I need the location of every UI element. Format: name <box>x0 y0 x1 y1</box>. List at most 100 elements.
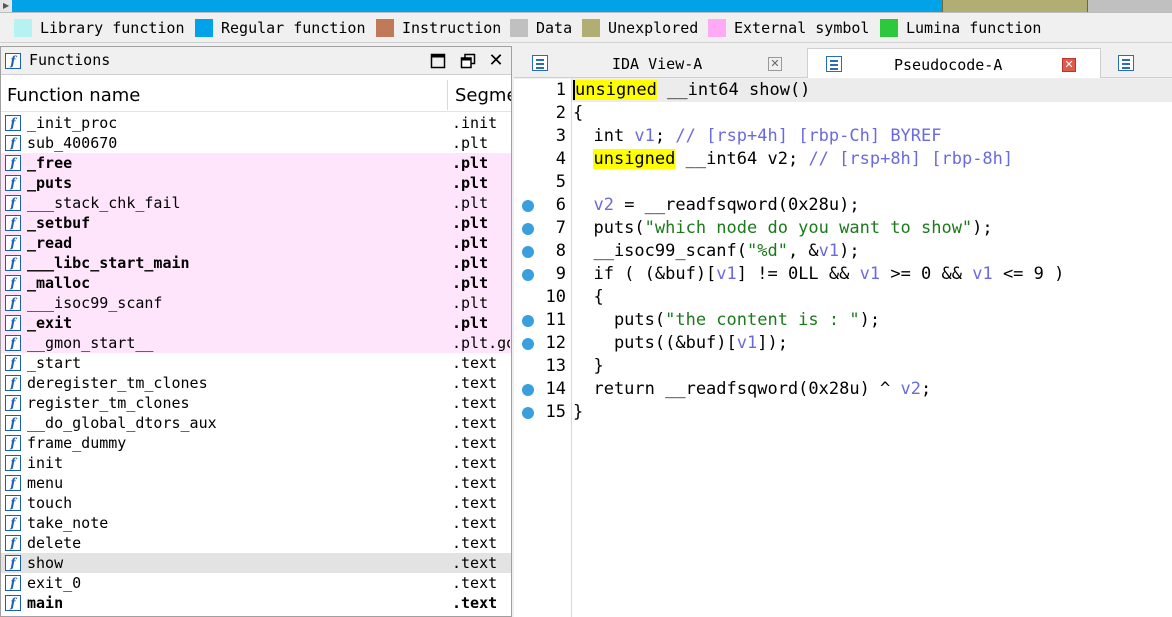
line-number: 5 <box>555 172 566 192</box>
column-header-function-name[interactable]: Function name <box>7 85 140 106</box>
close-icon[interactable]: ✕ <box>486 51 506 71</box>
code-token: "%d" <box>747 241 788 261</box>
breakpoint-dot-icon[interactable] <box>522 246 534 258</box>
code-token: __int64 v2; <box>675 149 809 169</box>
function-row[interactable]: f delete .text <box>1 533 511 553</box>
code-line[interactable]: 14 return __readfsqword(0x28u) ^ v2; <box>514 378 1172 401</box>
color-legend: Library function Regular function Instru… <box>0 13 1172 43</box>
legend-item-unexplored: Unexplored <box>582 19 698 37</box>
code-line[interactable]: 12 puts((&buf)[v1]); <box>514 332 1172 355</box>
function-row[interactable]: f main .text <box>1 593 511 613</box>
function-row[interactable]: f register_tm_clones .text <box>1 393 511 413</box>
function-row[interactable]: f frame_dummy .text <box>1 433 511 453</box>
function-row[interactable]: f _free .plt <box>1 153 511 173</box>
code-line[interactable]: 7 puts("which node do you want to show")… <box>514 217 1172 240</box>
function-row[interactable]: f __do_global_dtors_aux .text <box>1 413 511 433</box>
code-line[interactable]: 8 __isoc99_scanf("%d", &v1); <box>514 240 1172 263</box>
function-name: deregister_tm_clones <box>27 374 208 392</box>
function-icon: f <box>5 335 21 351</box>
function-icon: f <box>5 415 21 431</box>
function-row[interactable]: f touch .text <box>1 493 511 513</box>
code-token: // [rsp+4h] [rbp-Ch] BYREF <box>675 126 942 146</box>
function-icon: f <box>5 315 21 331</box>
code-text: __isoc99_scanf("%d", &v1); <box>573 240 859 263</box>
function-row[interactable]: f exit_0 .text <box>1 573 511 593</box>
function-row[interactable]: f sub_400670 .plt <box>1 133 511 153</box>
code-line[interactable]: 1 unsigned __int64 show() <box>514 79 1172 102</box>
code-token: v1 <box>859 264 881 284</box>
legend-item-regular: Regular function <box>195 19 366 37</box>
code-token: return __readfsqword(0x28u) ^ <box>573 379 901 399</box>
code-token: puts((&buf)[ <box>573 333 737 353</box>
function-row[interactable]: f init .text <box>1 453 511 473</box>
functions-panel-titlebar[interactable]: f Functions ✕ <box>1 47 511 75</box>
function-segment: .text <box>452 474 498 492</box>
breakpoint-dot-icon[interactable] <box>522 407 534 419</box>
function-row[interactable]: f ___stack_chk_fail .plt <box>1 193 511 213</box>
code-text: unsigned __int64 show() <box>573 79 810 102</box>
breakpoint-dot-icon[interactable] <box>522 269 534 281</box>
function-row[interactable]: f _puts .plt <box>1 173 511 193</box>
pseudocode-view[interactable]: 1 unsigned __int64 show() 2{3 int v1; // [… <box>514 79 1172 617</box>
function-name: __do_global_dtors_aux <box>27 414 217 432</box>
code-line[interactable]: 6 v2 = __readfsqword(0x28u); <box>514 194 1172 217</box>
code-text: unsigned __int64 v2; // [rsp+8h] [rbp-8h… <box>573 148 1013 171</box>
breakpoint-dot-icon[interactable] <box>522 223 534 235</box>
column-header-segment[interactable]: Segment <box>455 85 511 106</box>
function-row[interactable]: f _exit .plt <box>1 313 511 333</box>
code-token: "the content is : " <box>665 310 860 330</box>
code-text: puts((&buf)[v1]); <box>573 332 788 355</box>
breakpoint-dot-icon[interactable] <box>522 338 534 350</box>
function-segment: .text <box>452 354 498 372</box>
function-row[interactable]: f show .text <box>1 553 511 573</box>
tab-ida-view-a[interactable]: IDA View-A ✕ <box>514 48 806 78</box>
code-line[interactable]: 4 unsigned __int64 v2; // [rsp+8h] [rbp-… <box>514 148 1172 171</box>
function-segment: .plt <box>452 154 489 172</box>
code-token: v1 <box>736 333 758 353</box>
function-row[interactable]: f _read .plt <box>1 233 511 253</box>
function-icon: f <box>5 295 21 311</box>
code-line[interactable]: 9 if ( (&buf)[v1] != 0LL && v1 >= 0 && v… <box>514 263 1172 286</box>
code-line[interactable]: 2{ <box>514 102 1172 125</box>
function-row[interactable]: f deregister_tm_clones .text <box>1 373 511 393</box>
code-token: unsigned <box>593 149 676 169</box>
code-token: unsigned <box>573 80 657 100</box>
function-row[interactable]: f ___isoc99_scanf .plt <box>1 293 511 313</box>
tab-close-icon[interactable]: ✕ <box>768 57 782 71</box>
function-segment: .plt <box>452 134 489 152</box>
function-segment: .plt <box>452 194 489 212</box>
function-name: menu <box>27 474 64 492</box>
code-line[interactable]: 11 puts("the content is : "); <box>514 309 1172 332</box>
tab-extra-view[interactable] <box>1114 48 1154 78</box>
maximize-icon[interactable] <box>428 51 448 71</box>
function-row[interactable]: f _malloc .plt <box>1 273 511 293</box>
nav-arrow-icon[interactable]: ▶ <box>3 1 9 10</box>
function-segment: .init <box>452 114 498 132</box>
code-line[interactable]: 13 } <box>514 355 1172 378</box>
function-row[interactable]: f _start .text <box>1 353 511 373</box>
code-text: } <box>573 355 603 378</box>
function-row[interactable]: f take_note .text <box>1 513 511 533</box>
functions-table-header: Function name Segment <box>1 76 511 112</box>
code-line[interactable]: 10 { <box>514 286 1172 309</box>
breakpoint-dot-icon[interactable] <box>522 384 534 396</box>
breakpoint-dot-icon[interactable] <box>522 315 534 327</box>
code-line[interactable]: 5 <box>514 171 1172 194</box>
breakpoint-dot-icon[interactable] <box>522 200 534 212</box>
function-row[interactable]: f _setbuf .plt <box>1 213 511 233</box>
hex-view-icon <box>1118 55 1134 71</box>
code-line[interactable]: 15} <box>514 401 1172 424</box>
function-row[interactable]: f _init_proc .init <box>1 113 511 133</box>
tab-pseudocode-a[interactable]: Pseudocode-A ✕ <box>807 48 1101 78</box>
column-divider[interactable] <box>447 80 448 110</box>
view-tabbar: IDA View-A ✕ Pseudocode-A ✕ <box>514 46 1172 78</box>
function-name: main <box>27 594 64 612</box>
code-line[interactable]: 3 int v1; // [rsp+4h] [rbp-Ch] BYREF <box>514 125 1172 148</box>
code-token: "which node do you want to show" <box>644 218 973 238</box>
tab-close-icon[interactable]: ✕ <box>1062 58 1076 72</box>
function-row[interactable]: f ___libc_start_main .plt <box>1 253 511 273</box>
restore-icon[interactable] <box>458 51 478 71</box>
function-row[interactable]: f __gmon_start__ .plt.got <box>1 333 511 353</box>
navigation-band[interactable]: ▶ <box>0 0 1172 13</box>
function-row[interactable]: f menu .text <box>1 473 511 493</box>
